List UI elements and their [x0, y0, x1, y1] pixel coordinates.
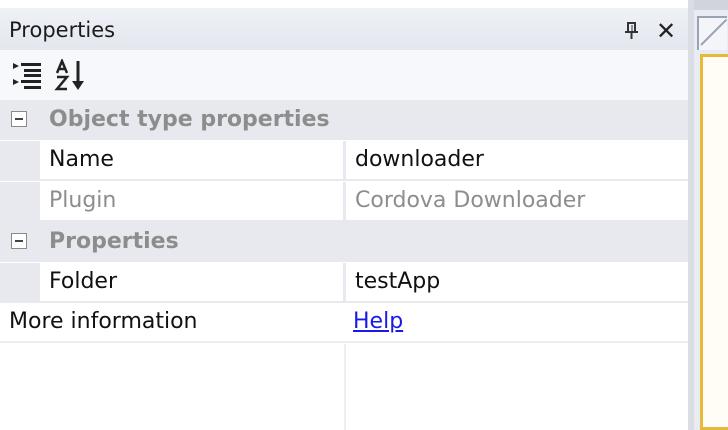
- sort-alphabetical-icon[interactable]: [54, 57, 88, 91]
- pin-icon[interactable]: [621, 20, 643, 42]
- property-name-cell: Plugin: [40, 182, 343, 220]
- property-value-cell[interactable]: testApp: [346, 263, 688, 301]
- property-value[interactable]: downloader: [355, 147, 484, 172]
- category-object-type-properties[interactable]: Object type properties: [0, 100, 690, 140]
- more-information-label: More information: [9, 309, 198, 334]
- property-row-name[interactable]: Name downloader: [0, 141, 690, 181]
- categorized-icon[interactable]: [10, 59, 44, 91]
- column-divider[interactable]: [344, 344, 346, 430]
- property-row-plugin[interactable]: Plugin Cordova Downloader: [0, 182, 690, 222]
- adjacent-document-window: [694, 0, 728, 430]
- panel-title: Properties: [9, 18, 116, 42]
- category-properties[interactable]: Properties: [0, 222, 690, 262]
- property-name: Folder: [49, 269, 117, 294]
- property-value[interactable]: testApp: [355, 269, 440, 294]
- more-information-row: More information Help: [0, 303, 690, 343]
- collapse-toggle-icon[interactable]: [11, 111, 27, 127]
- close-icon[interactable]: ✕: [654, 19, 678, 43]
- properties-toolbar: [0, 50, 688, 100]
- collapse-toggle-icon[interactable]: [11, 233, 27, 249]
- help-link[interactable]: Help: [353, 309, 403, 334]
- property-name-cell: Name: [40, 141, 343, 179]
- property-name: Plugin: [49, 188, 117, 213]
- panel-title-bar: Properties ✕: [0, 8, 688, 50]
- properties-panel: Properties ✕ Object type properties Name…: [0, 0, 690, 430]
- property-name: Name: [49, 147, 114, 172]
- property-value-cell[interactable]: downloader: [346, 141, 688, 179]
- window-top-strip: [694, 0, 728, 10]
- category-label: Properties: [49, 229, 179, 254]
- document-frame[interactable]: [700, 54, 728, 430]
- category-label: Object type properties: [49, 107, 330, 132]
- property-name-cell: Folder: [40, 263, 343, 301]
- property-row-folder[interactable]: Folder testApp: [0, 263, 690, 303]
- property-value-cell: Cordova Downloader: [346, 182, 688, 220]
- property-value: Cordova Downloader: [355, 188, 586, 213]
- tab-corner[interactable]: [697, 16, 727, 50]
